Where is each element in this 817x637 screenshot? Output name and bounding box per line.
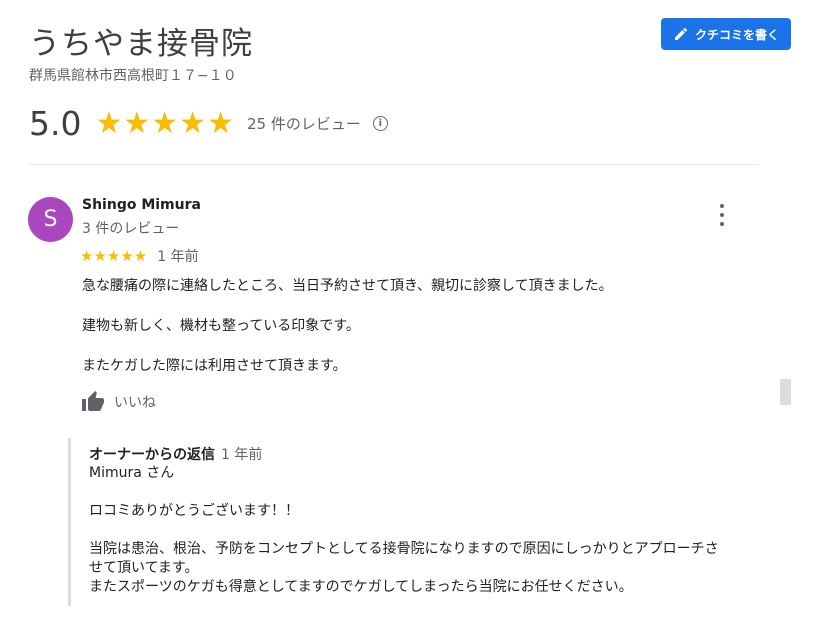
review-stars: ★★★★★ bbox=[80, 247, 148, 265]
info-icon[interactable]: i bbox=[372, 116, 388, 131]
owner-reply-line: またスポーツのケガも得意としてますのでケガしてしまったら当院にお任せください。 bbox=[89, 579, 633, 595]
avatar[interactable]: S bbox=[28, 197, 73, 242]
scrollbar-thumb[interactable] bbox=[780, 379, 791, 405]
thumbs-up-icon bbox=[82, 391, 104, 411]
owner-reply-line: せて頂いてます。 bbox=[89, 560, 199, 576]
write-review-label: クチコミを書く bbox=[694, 27, 779, 42]
owner-reply-time: 1 年前 bbox=[221, 447, 263, 463]
place-address: 群馬県館林市西高根町１７−１０ bbox=[29, 68, 237, 84]
rating-summary: 5.0 ★★★★★ 25 件のレビュー i bbox=[29, 104, 388, 143]
review-count[interactable]: 25 件のレビュー bbox=[247, 113, 361, 134]
reviewer-review-count[interactable]: 3 件のレビュー bbox=[82, 218, 179, 238]
reviewer-name[interactable]: Shingo Mimura bbox=[82, 197, 201, 213]
review-time: 1 年前 bbox=[157, 249, 199, 265]
owner-reply-body: Mimura さん ロコミありがとうございます！！ 当院は患治、根治、予防をコン… bbox=[89, 464, 759, 597]
rating-stars: ★★★★★ bbox=[95, 106, 235, 141]
review-text: 急な腰痛の際に連絡したところ、当日予約させて頂き、親切に診察して頂きました。 建… bbox=[82, 276, 613, 396]
owner-reply-line: ロコミありがとうございます！！ bbox=[89, 503, 299, 519]
owner-reply-header: オーナーからの返信 1 年前 bbox=[89, 444, 262, 464]
review-rating: ★★★★★ 1 年前 bbox=[80, 246, 199, 266]
divider bbox=[29, 164, 759, 165]
owner-reply: オーナーからの返信 1 年前 Mimura さん ロコミありがとうございます！！ … bbox=[68, 438, 758, 606]
owner-reply-line: 当院は患治、根治、予防をコンセプトとしてる接骨院になりますので原因にしっかりとア… bbox=[89, 541, 719, 557]
write-review-button[interactable]: クチコミを書く bbox=[661, 18, 791, 50]
owner-reply-title: オーナーからの返信 bbox=[89, 447, 215, 463]
like-label: いいね bbox=[114, 395, 156, 411]
owner-reply-line: Mimura さん bbox=[89, 465, 175, 481]
review-paragraph: 急な腰痛の際に連絡したところ、当日予約させて頂き、親切に診察して頂きました。 bbox=[82, 278, 613, 294]
place-title: うちやま接骨院 bbox=[29, 26, 253, 62]
review-paragraph: またケガした際には利用させて頂きます。 bbox=[82, 358, 347, 374]
more-options-icon[interactable] bbox=[714, 204, 730, 226]
pencil-icon bbox=[674, 27, 687, 40]
rating-value: 5.0 bbox=[29, 104, 82, 143]
like-button[interactable]: いいね bbox=[80, 390, 156, 414]
review-paragraph: 建物も新しく、機材も整っている印象です。 bbox=[82, 318, 360, 334]
